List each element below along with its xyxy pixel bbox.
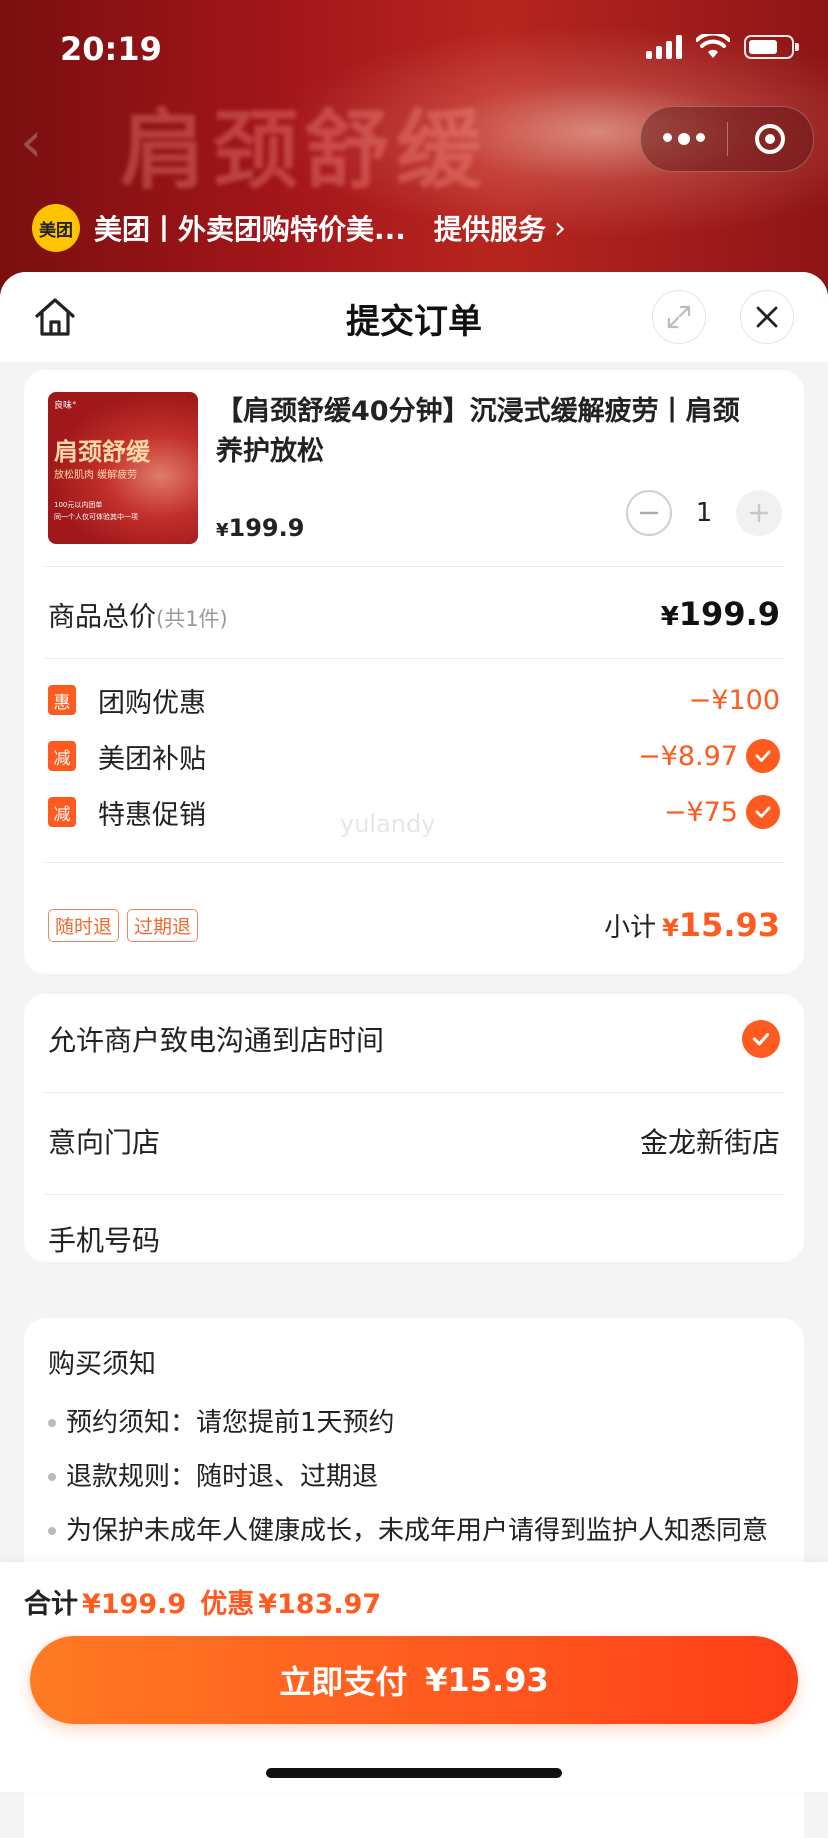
store-value: 金龙新街店 <box>639 1126 780 1159</box>
phone-label: 手机号码 <box>48 1224 161 1257</box>
divider <box>44 1092 784 1093</box>
signal-icon <box>646 35 682 59</box>
bullet-icon <box>48 1419 56 1427</box>
discount-tag: 惠 <box>48 685 76 715</box>
discount-tag: 减 <box>48 741 76 771</box>
bullet-icon <box>48 1473 56 1481</box>
sum-label: 合计 <box>24 1589 78 1620</box>
total-price-label: 商品总价 <box>48 601 156 633</box>
close-icon <box>756 306 778 328</box>
checkmark-icon[interactable] <box>742 1020 780 1058</box>
total-price-row: 商品总价(共1件) ¥199.9 <box>48 592 780 636</box>
checkmark-icon[interactable] <box>746 795 780 829</box>
store-row[interactable]: 意向门店 金龙新街店 <box>48 1116 780 1166</box>
divider <box>44 1194 784 1195</box>
pay-label: 立即支付 <box>279 1663 408 1701</box>
pay-amount: ¥15.93 <box>425 1661 549 1699</box>
refund-tag: 过期退 <box>127 908 199 942</box>
discount-name: 团购优惠 <box>98 687 206 719</box>
notice-item: 预约须知：请您提前1天预约 <box>48 1400 776 1446</box>
plus-icon <box>749 503 769 523</box>
divider <box>44 566 784 567</box>
allow-call-row[interactable]: 允许商户致电沟通到店时间 <box>48 1014 780 1064</box>
chevron-right-icon: › <box>553 210 566 246</box>
watermark: yulandy <box>340 810 436 838</box>
provider-name: 美团丨外卖团购特价美... <box>94 213 406 246</box>
divider <box>44 658 784 659</box>
discount-amount: −¥100 <box>688 684 780 716</box>
battery-icon <box>744 35 799 59</box>
status-time: 20:19 <box>60 30 162 68</box>
total-price-amount: ¥199.9 <box>660 595 780 633</box>
allow-call-label: 允许商户致电沟通到店时间 <box>48 1024 385 1057</box>
discount-amount: −¥8.97 <box>638 740 738 772</box>
back-arrow-icon: ‹ <box>20 110 43 175</box>
sum-value: ¥199.9 <box>82 1589 187 1620</box>
refund-tag: 随时退 <box>48 908 120 942</box>
subtotal-row: 随时退 过期退 小计 ¥15.93 <box>48 900 780 950</box>
discount-row: 惠 团购优惠 −¥100 <box>48 678 780 722</box>
pay-now-button[interactable]: 立即支付 ¥15.93 <box>30 1636 798 1724</box>
order-summary-card: 良味° 肩颈舒缓 放松肌肉 缓解疲劳 100元以内团单 同一个人仅可体验其中一项… <box>24 370 804 974</box>
discount-tag: 减 <box>48 797 76 827</box>
store-label: 意向门店 <box>48 1126 161 1159</box>
discount-total-label: 优惠 <box>200 1589 255 1620</box>
checkout-bar: 合计 ¥199.9 优惠 ¥183.97 立即支付 ¥15.93 <box>0 1562 828 1792</box>
more-icon[interactable] <box>641 133 727 145</box>
bullet-icon <box>48 1527 56 1535</box>
expand-button[interactable] <box>652 290 706 344</box>
notice-title: 购买须知 <box>48 1349 156 1380</box>
increase-quantity-button[interactable] <box>736 490 782 536</box>
sheet-header: 提交订单 <box>0 272 828 362</box>
hero-background-text: 肩颈舒缓 <box>120 100 488 201</box>
item-count: (共1件) <box>156 606 228 631</box>
contact-card: 允许商户致电沟通到店时间 意向门店 金龙新街店 手机号码 <box>24 994 804 1262</box>
divider <box>44 862 784 863</box>
miniapp-capsule <box>640 106 814 172</box>
quantity-value: 1 <box>695 498 713 528</box>
expand-icon <box>667 305 691 329</box>
phone-row[interactable]: 手机号码 <box>48 1214 780 1264</box>
sum-line: 合计 ¥199.9 优惠 ¥183.97 <box>24 1582 381 1621</box>
provider-service-label: 提供服务 <box>433 213 546 246</box>
provider-row[interactable]: 美团 美团丨外卖团购特价美... 提供服务 › <box>32 204 566 252</box>
product-title: 【肩颈舒缓40分钟】沉浸式缓解疲劳丨肩颈养护放松 <box>216 396 740 467</box>
notice-item: 退款规则：随时退、过期退 <box>48 1454 776 1500</box>
checkmark-icon[interactable] <box>746 739 780 773</box>
home-indicator <box>266 1768 562 1778</box>
quantity-stepper: 1 <box>626 490 782 536</box>
product-price: ¥199.9 <box>216 514 305 542</box>
decrease-quantity-button[interactable] <box>626 490 672 536</box>
subtotal-label: 小计 <box>604 913 657 943</box>
product-thumbnail[interactable]: 良味° 肩颈舒缓 放松肌肉 缓解疲劳 100元以内团单 同一个人仅可体验其中一项 <box>48 392 198 544</box>
wifi-icon <box>696 34 730 58</box>
minus-icon <box>639 511 659 515</box>
subtotal-amount: ¥15.93 <box>662 906 780 944</box>
close-miniapp-icon[interactable] <box>728 124 814 154</box>
meituan-logo: 美团 <box>32 204 80 252</box>
discount-name: 美团补贴 <box>98 743 206 775</box>
discount-total-value: ¥183.97 <box>258 1589 382 1620</box>
status-icons <box>646 34 799 60</box>
discount-amount: −¥75 <box>663 796 738 828</box>
close-button[interactable] <box>740 290 794 344</box>
discount-row[interactable]: 减 美团补贴 −¥8.97 <box>48 734 780 778</box>
